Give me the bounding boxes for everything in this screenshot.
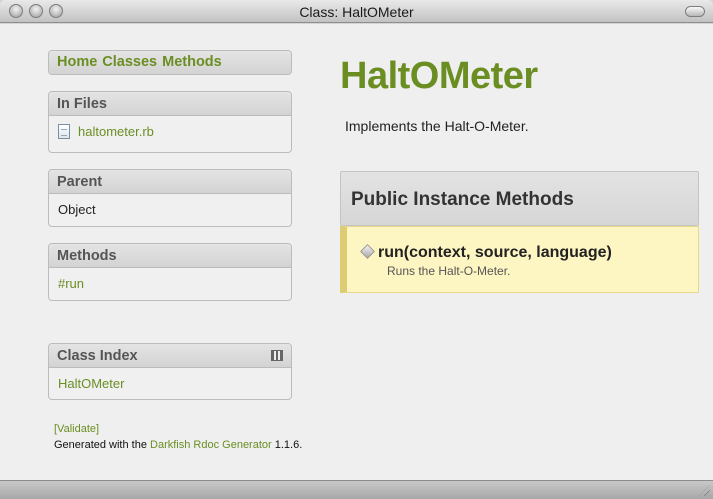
home-link[interactable]: Home [57, 54, 97, 70]
generated-prefix: Generated with the [54, 439, 151, 451]
class-index-panel: Class Index HaltOMeter [48, 343, 292, 400]
parent-value: Object [58, 202, 96, 217]
method-icon [360, 244, 375, 259]
generated-suffix: 1.1.6. [271, 439, 303, 451]
method-run-link[interactable]: #run [58, 276, 84, 291]
window-title: Class: HaltOMeter [299, 4, 414, 20]
in-files-heading: In Files [49, 92, 291, 116]
title-bar: Class: HaltOMeter [0, 0, 713, 23]
section-heading: Public Instance Methods [340, 171, 699, 226]
footer: [Validate] Generated with the Darkfish R… [54, 421, 302, 453]
class-description: Implements the Halt-O-Meter. [345, 118, 529, 134]
search-filter-icon[interactable] [271, 350, 283, 361]
classes-link[interactable]: Classes [102, 54, 157, 70]
file-link[interactable]: haltometer.rb [78, 124, 154, 139]
parent-heading: Parent [49, 170, 291, 194]
generator-link[interactable]: Darkfish Rdoc Generator [150, 439, 272, 451]
resize-grip[interactable] [699, 485, 710, 496]
page-title: HaltOMeter [340, 55, 538, 97]
class-index-item[interactable]: HaltOMeter [58, 376, 124, 391]
in-files-panel: In Files haltometer.rb [48, 91, 292, 153]
method-description: Runs the Halt-O-Meter. [387, 264, 511, 278]
file-icon [58, 124, 70, 139]
parent-panel: Parent Object [48, 169, 292, 227]
methods-panel: Methods #run [48, 243, 292, 301]
page-content: Home Classes Methods In Files haltometer.r… [0, 24, 713, 480]
method-detail[interactable]: run(context, source, language) Runs the … [340, 226, 699, 293]
methods-heading: Methods [49, 244, 291, 268]
class-index-heading: Class Index [57, 348, 138, 364]
method-signature: run(context, source, language) [378, 244, 612, 261]
validate-link[interactable]: [Validate] [54, 423, 99, 435]
nav-panel: Home Classes Methods [48, 50, 292, 75]
status-bar [0, 480, 713, 499]
nav-links: Home Classes Methods [49, 51, 291, 74]
methods-link[interactable]: Methods [162, 54, 222, 70]
toolbar-toggle-button[interactable] [685, 6, 705, 17]
